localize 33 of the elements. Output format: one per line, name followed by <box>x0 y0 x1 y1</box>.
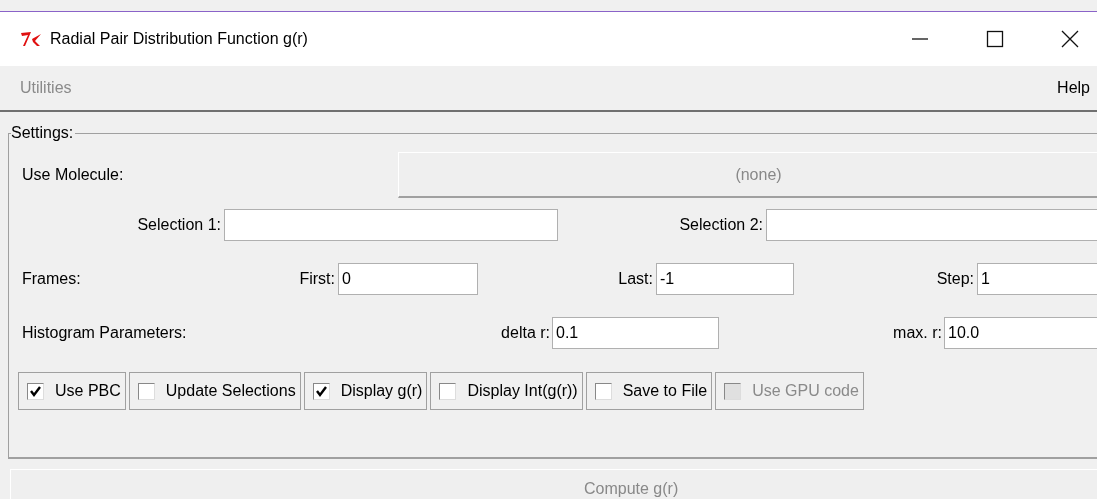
frame-field[interactable]: -1 <box>656 263 794 295</box>
field-label: Selection 2: <box>678 216 763 234</box>
checkbox-option[interactable]: Display Int(g(r)) <box>430 372 583 410</box>
row-label: Frames: <box>21 270 82 288</box>
logo-icon <box>20 31 42 47</box>
checkbox-option[interactable]: Use PBC <box>18 372 126 410</box>
checkbox-option[interactable]: Save to File <box>585 372 713 410</box>
checkbox-option[interactable]: Display g(r) <box>303 372 428 410</box>
row-label: Histogram Parameters: <box>21 324 188 342</box>
field-label: First: <box>298 270 335 288</box>
frame-field[interactable]: 0 <box>338 263 478 295</box>
field-label: max. r: <box>892 324 942 342</box>
field-label: Selection 1: <box>136 216 221 234</box>
field-label: Last: <box>617 270 653 288</box>
field-label: Step: <box>935 270 974 288</box>
molecule-label: Use Molecule: <box>21 166 124 184</box>
checkbox[interactable] <box>594 382 612 400</box>
histogram-field[interactable]: 0.1 <box>552 317 719 349</box>
checkbox-option[interactable]: Update Selections <box>128 372 301 410</box>
frame-field[interactable]: 1 <box>977 263 1097 295</box>
checkbox[interactable] <box>312 382 330 400</box>
group-title: Settings: <box>11 124 76 142</box>
field-label: delta r: <box>500 324 550 342</box>
histogram-field[interactable]: 10.0 <box>944 317 1097 349</box>
menu-item[interactable]: Help <box>1057 79 1090 97</box>
selection-field[interactable] <box>224 209 558 241</box>
close-icon[interactable] <box>1060 29 1080 49</box>
maximize-icon[interactable] <box>985 29 1005 49</box>
checkbox[interactable] <box>137 382 155 400</box>
checkbox[interactable] <box>439 382 457 400</box>
checkbox[interactable] <box>27 382 44 400</box>
selection-field[interactable] <box>766 209 1097 241</box>
window-title: Radial Pair Distribution Function g(r) <box>50 30 308 48</box>
